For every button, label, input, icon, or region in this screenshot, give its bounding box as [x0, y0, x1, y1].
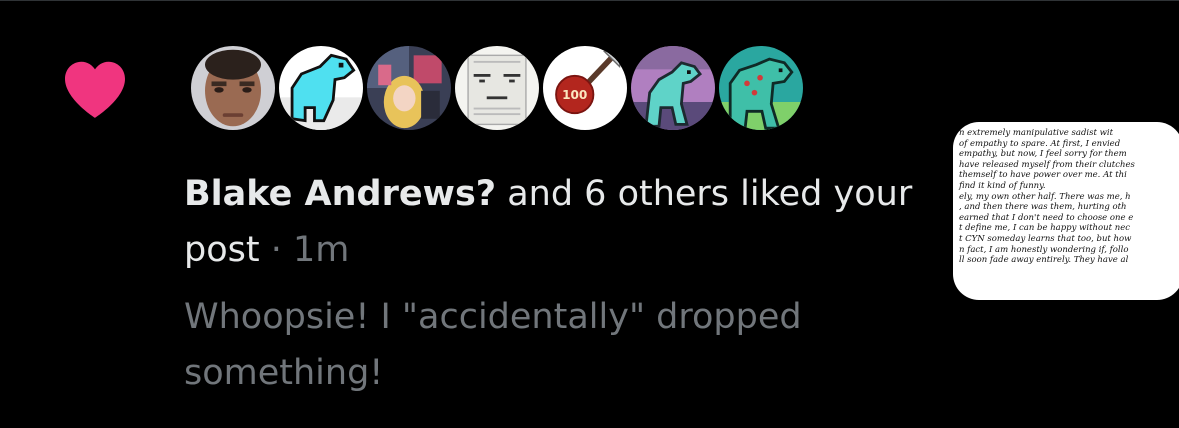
notification-text: Blake Andrews? and 6 others liked your p…: [184, 166, 914, 278]
avatar-anime-art[interactable]: [364, 43, 454, 133]
avatar-photo-man[interactable]: [188, 43, 278, 133]
timestamp: 1m: [292, 230, 350, 270]
avatar-image: [367, 46, 451, 130]
avatar-image: [631, 46, 715, 130]
thumbnail-text: n extremely manipulative sadist wit of e…: [959, 128, 1135, 266]
avatar-paper-face[interactable]: [452, 43, 542, 133]
avatar-image: [455, 46, 539, 130]
avatar-image: [279, 46, 363, 130]
avatar-100-emoji[interactable]: 100: [540, 43, 630, 133]
separator: ·: [259, 230, 293, 270]
avatar-pixel-dino-green[interactable]: [716, 43, 806, 133]
post-preview-text: Whoopsie! I "accidentally" dropped somet…: [184, 297, 802, 393]
post-thumbnail[interactable]: n extremely manipulative sadist wit of e…: [953, 122, 1179, 300]
avatar-pixel-dino-sunset[interactable]: [628, 43, 718, 133]
avatar-image: [191, 46, 275, 130]
avatar-image: 100: [543, 46, 627, 130]
avatar-pixel-dino-cyan[interactable]: [276, 43, 366, 133]
svg-text:100: 100: [562, 88, 587, 102]
like-notification[interactable]: 100 Blake Andrews? and 6 others liked yo…: [0, 0, 1179, 428]
actor-name[interactable]: Blake Andrews?: [184, 174, 496, 214]
avatar-image: [719, 46, 803, 130]
heart-icon: [65, 61, 125, 118]
